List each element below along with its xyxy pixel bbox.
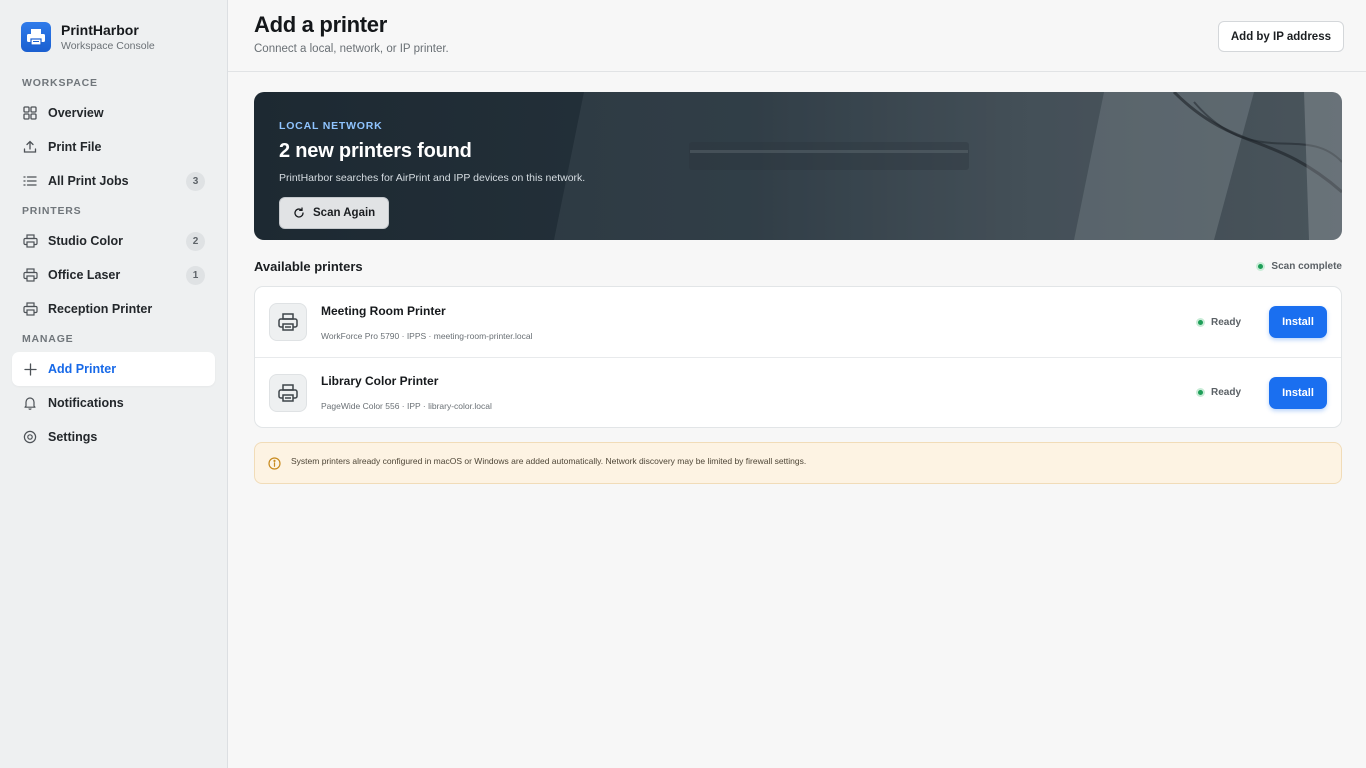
count-badge: 1 (186, 265, 205, 285)
printer-row: Library Color Printer PageWide Color 556… (255, 357, 1341, 427)
scan-status-text: Scan complete (1271, 260, 1342, 272)
install-button[interactable]: Install (1269, 306, 1327, 338)
sidebar-item-notifications[interactable]: Notifications (12, 386, 215, 420)
list-icon (22, 173, 38, 189)
printer-name: Meeting Room Printer (321, 303, 446, 318)
page-title: Add a printer (254, 12, 387, 37)
sidebar-item-studio-color[interactable]: Studio Color 2 (12, 224, 215, 258)
sidebar-item-overview[interactable]: Overview (12, 96, 215, 130)
printer-name: Library Color Printer (321, 374, 439, 388)
brand-subtitle: Workspace Console (61, 40, 155, 52)
scan-again-label: Scan Again (313, 207, 376, 219)
scan-again-button[interactable]: Scan Again (279, 197, 390, 229)
upload-icon (22, 139, 38, 155)
sidebar: PrintHarbor Workspace Console WORKSPACE … (0, 0, 228, 768)
printer-status-text: Ready (1210, 316, 1241, 328)
printer-meta: PageWide Color 556 · IPP · library-color… (321, 401, 492, 411)
sidebar-item-office-laser[interactable]: Office Laser 1 (12, 258, 215, 292)
sidebar-item-all-print-jobs[interactable]: All Print Jobs 3 (12, 164, 215, 198)
available-printers-title: Available printers (254, 258, 363, 274)
count-badge: 3 (186, 171, 205, 191)
available-printers-header: Available printers Scan complete (254, 258, 1342, 274)
status-dot-icon (1195, 388, 1205, 397)
printer-status: Ready (1195, 387, 1241, 398)
printer-icon (22, 233, 38, 249)
sidebar-item-label: Office Laser (48, 268, 121, 282)
sidebar-item-label: Overview (48, 106, 104, 120)
bell-icon (22, 395, 38, 411)
sidebar-item-reception-printer[interactable]: Reception Printer (12, 292, 215, 326)
printer-list: Meeting Room Printer WorkForce Pro 5790 … (254, 286, 1342, 428)
section-label-manage: MANAGE (22, 333, 74, 345)
count-badge: 2 (186, 231, 205, 251)
banner-title: 2 new printers found (279, 140, 472, 162)
printer-icon (269, 373, 307, 412)
page-subtitle: Connect a local, network, or IP printer. (254, 43, 449, 55)
printharbor-logo-icon (21, 22, 51, 52)
scan-status: Scan complete (1256, 261, 1342, 272)
discovery-banner: LOCAL NETWORK 2 new printers found Print… (254, 92, 1342, 240)
printer-icon (22, 301, 38, 317)
banner-description: PrintHarbor searches for AirPrint and IP… (279, 172, 586, 184)
info-notice-text: System printers already configured in ma… (291, 456, 807, 466)
section-label-printers: PRINTERS (22, 205, 82, 217)
sidebar-item-label: Reception Printer (48, 302, 153, 316)
brand: PrintHarbor Workspace Console (12, 22, 215, 52)
grid-icon (22, 105, 38, 121)
refresh-icon (293, 207, 305, 219)
printer-status: Ready (1195, 316, 1241, 328)
plus-icon (22, 361, 38, 377)
section-label-workspace: WORKSPACE (22, 77, 98, 89)
sidebar-item-add-printer[interactable]: Add Printer (12, 352, 215, 386)
printer-meta: WorkForce Pro 5790 · IPPS · meeting-room… (321, 330, 533, 341)
banner-eyebrow: LOCAL NETWORK (279, 120, 383, 132)
sidebar-item-label: Print File (48, 140, 102, 154)
info-icon (268, 457, 281, 470)
sidebar-item-label: Settings (48, 430, 98, 444)
sidebar-item-label: All Print Jobs (48, 174, 129, 188)
page-header: Add a printer Connect a local, network, … (228, 0, 1366, 72)
sidebar-item-print-file[interactable]: Print File (12, 130, 215, 164)
sidebar-item-settings[interactable]: Settings (12, 420, 215, 454)
info-notice: System printers already configured in ma… (254, 442, 1342, 484)
gear-icon (22, 429, 38, 445)
printer-icon (22, 267, 38, 283)
printer-status-text: Ready (1210, 387, 1241, 398)
printer-row: Meeting Room Printer WorkForce Pro 5790 … (255, 287, 1341, 357)
sidebar-item-label: Studio Color (48, 234, 123, 248)
status-dot-icon (1256, 261, 1266, 271)
printer-icon (269, 303, 307, 341)
brand-name: PrintHarbor (61, 22, 139, 38)
install-button[interactable]: Install (1269, 376, 1327, 409)
status-dot-icon (1195, 317, 1205, 327)
sidebar-item-label: Notifications (48, 396, 124, 410)
main-content: Add a printer Connect a local, network, … (228, 0, 1366, 768)
sidebar-item-label: Add Printer (48, 362, 117, 376)
add-by-ip-button[interactable]: Add by IP address (1217, 21, 1344, 52)
